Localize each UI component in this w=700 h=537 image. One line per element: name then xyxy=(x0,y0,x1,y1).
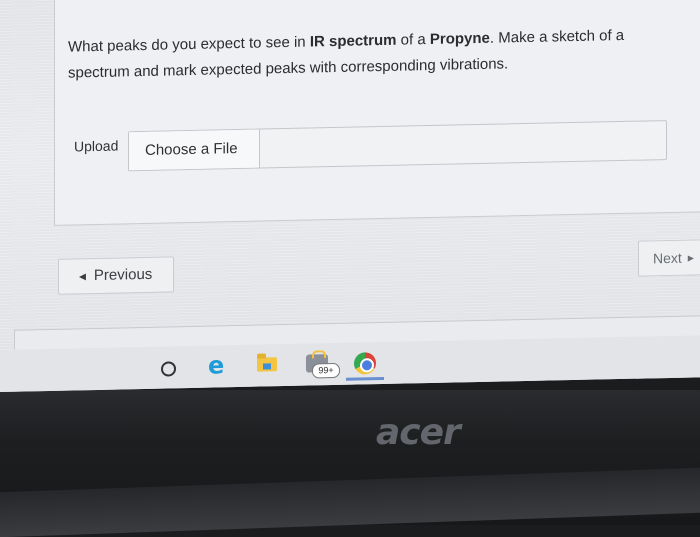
notification-badge: 99+ xyxy=(312,362,340,379)
chevron-left-icon: ◀ xyxy=(79,271,86,282)
upload-label: Upload xyxy=(74,137,119,155)
file-explorer-icon[interactable] xyxy=(255,352,281,379)
screen: What peaks do you expect to see in IR sp… xyxy=(0,0,700,392)
previous-label: Previous xyxy=(93,265,153,285)
search-icon[interactable] xyxy=(155,354,181,381)
edge-icon[interactable]: e xyxy=(205,351,231,380)
chrome-icon[interactable] xyxy=(346,350,384,381)
chevron-right-icon: ▶ xyxy=(687,253,694,263)
brand-logo: acer xyxy=(376,412,461,453)
next-label: Next xyxy=(653,249,682,267)
choose-file-button[interactable]: Choose a File xyxy=(129,129,260,171)
store-icon[interactable]: 99+ xyxy=(304,351,340,379)
previous-button[interactable]: ◀ Previous xyxy=(58,256,174,295)
next-button[interactable]: Next ▶ xyxy=(638,239,700,277)
